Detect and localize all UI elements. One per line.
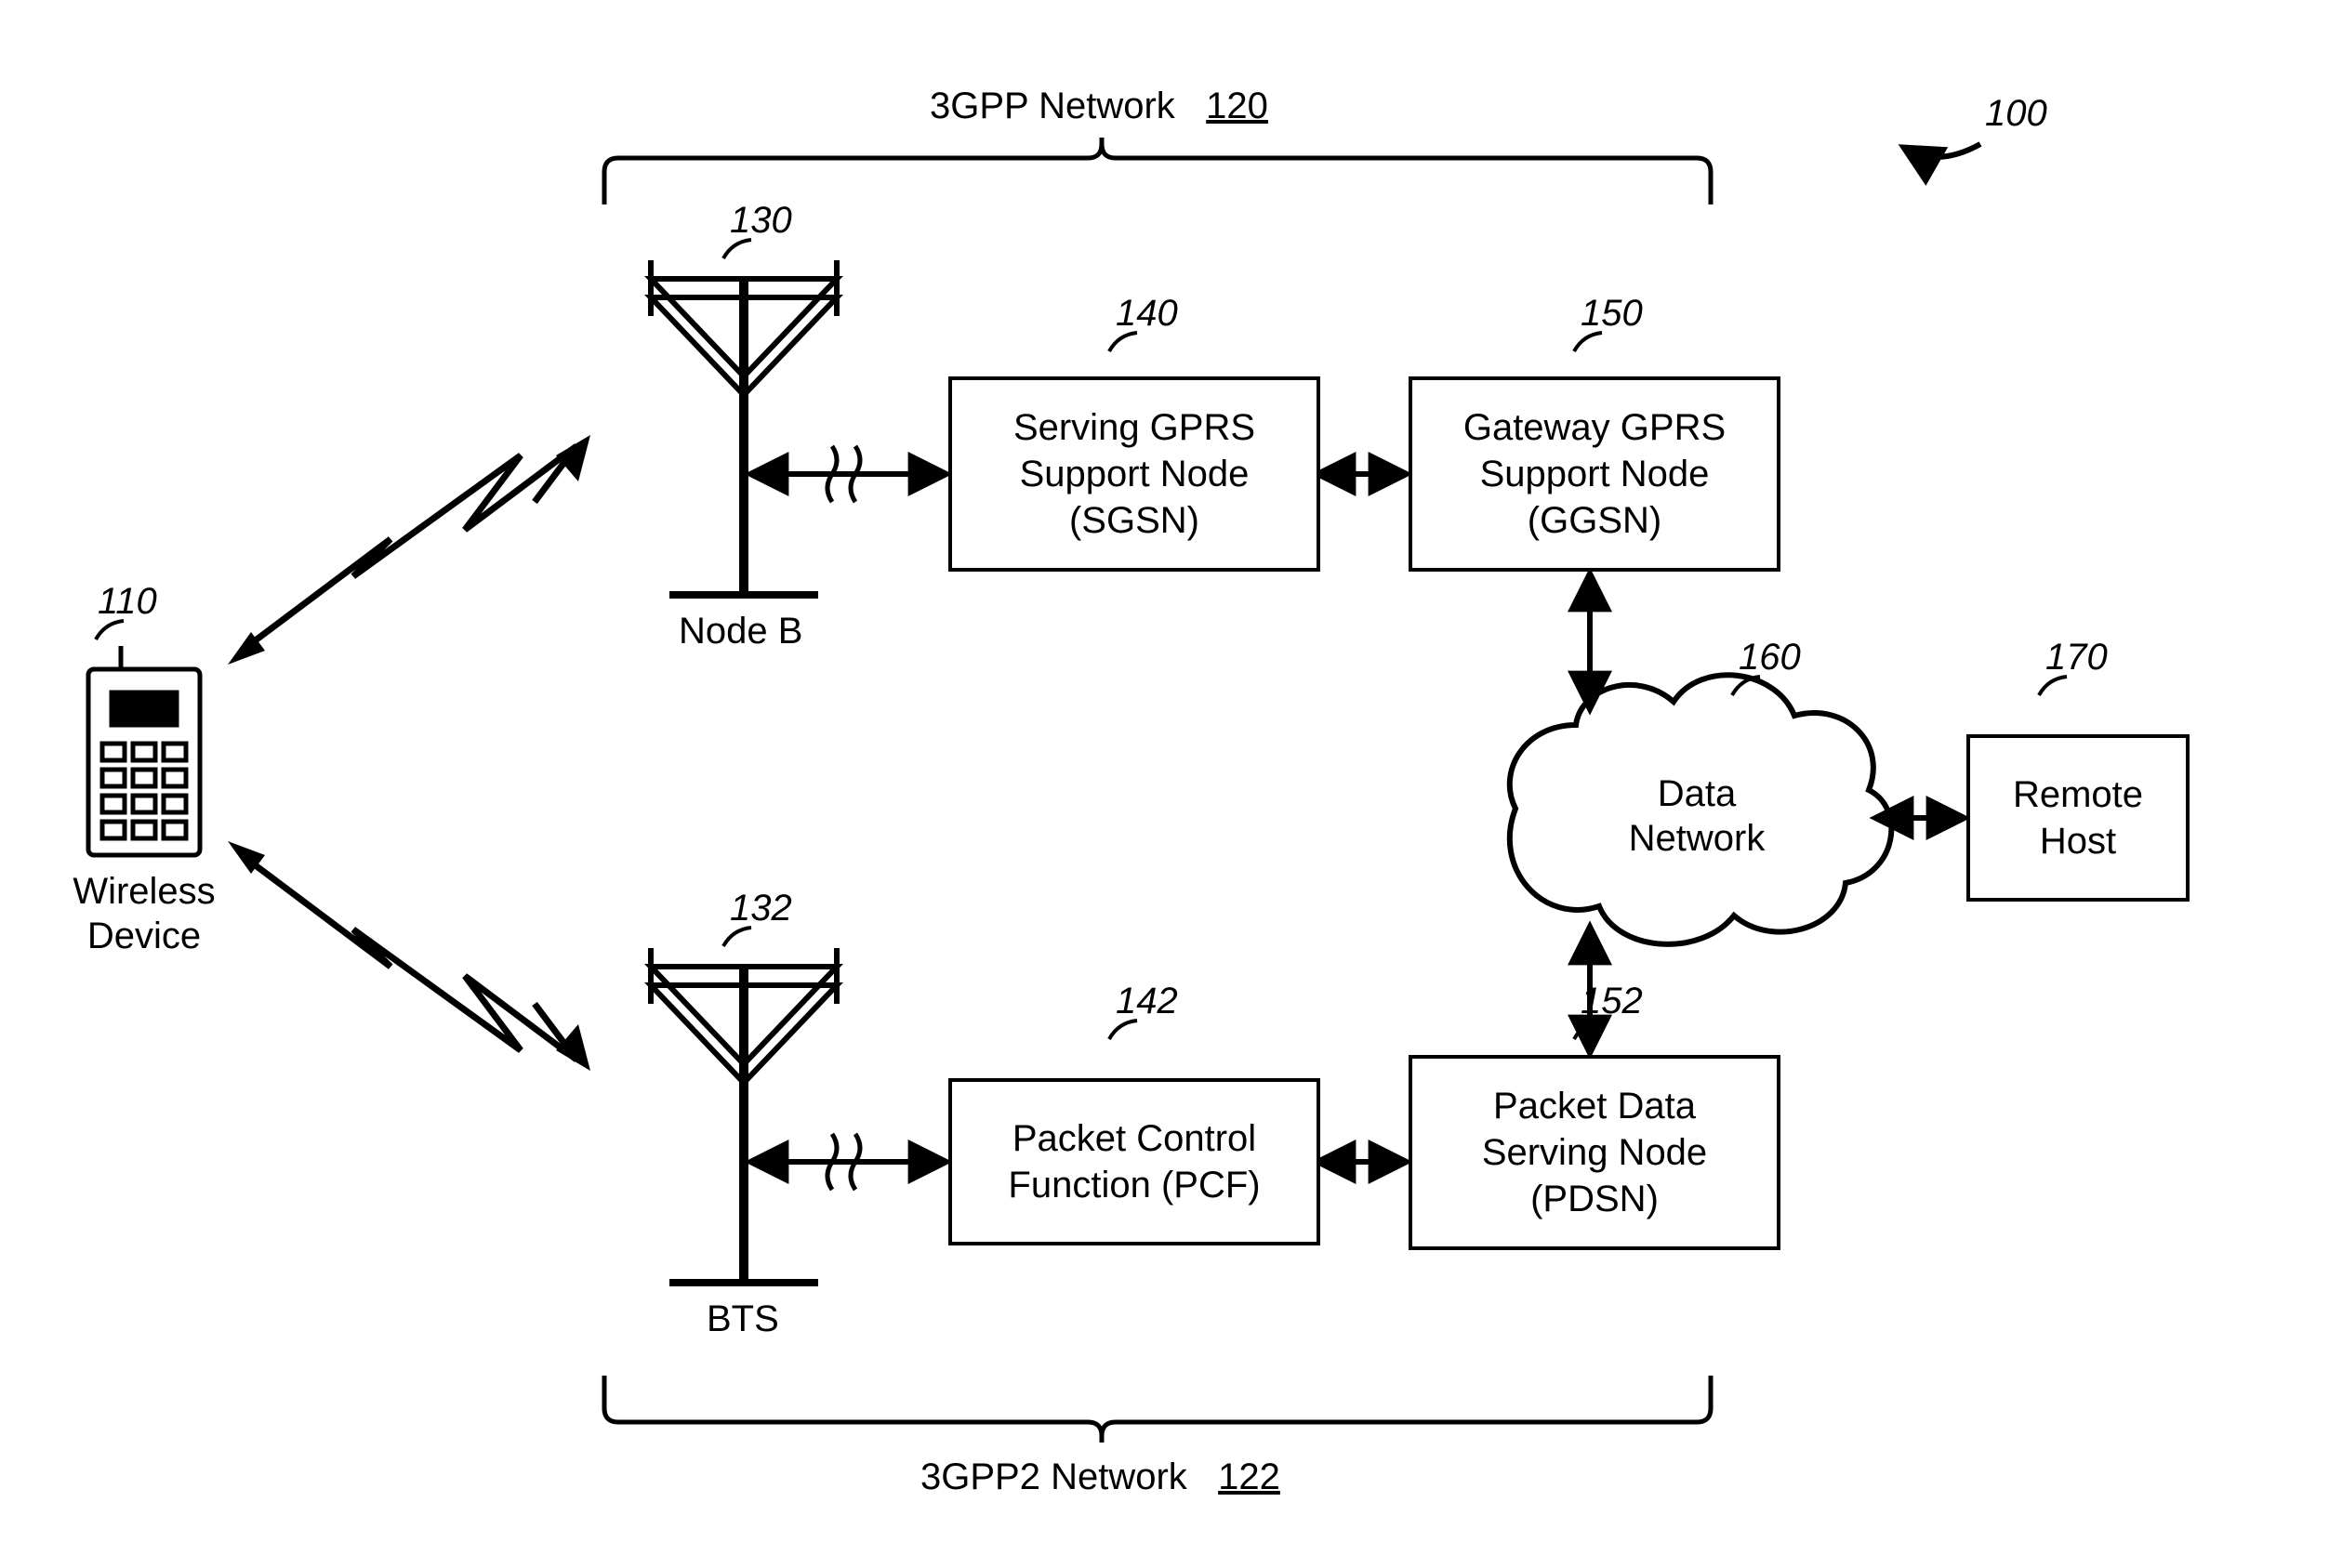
top-network-ref: 120 — [1206, 86, 1268, 126]
pcf-box: Packet Control Function (PCF) — [948, 1078, 1320, 1245]
pcf-l2: Function (PCF) — [1008, 1165, 1260, 1206]
nodeb-label: Node B — [679, 609, 802, 653]
ref-152: 152 — [1581, 981, 1643, 1022]
sgsn-l3: (SGSN) — [1069, 500, 1199, 541]
ref-150: 150 — [1581, 293, 1643, 335]
bottom-network-label: 3GPP2 Network 122 — [920, 1455, 1280, 1499]
ref-170: 170 — [2045, 637, 2108, 679]
bottom-network-ref: 122 — [1218, 1456, 1280, 1497]
antenna-bts — [651, 948, 837, 1283]
pcf-l1: Packet Control — [1012, 1118, 1256, 1159]
ref-132: 132 — [730, 888, 792, 929]
ggsn-l3: (GGSN) — [1528, 500, 1661, 541]
pdsn-l3: (PDSN) — [1530, 1179, 1659, 1219]
ref-130: 130 — [730, 200, 792, 242]
ref-160: 160 — [1739, 637, 1801, 679]
ref-100: 100 — [1985, 93, 2047, 135]
ggsn-box: Gateway GPRS Support Node (GGSN) — [1409, 376, 1780, 572]
wireless-l1: Wireless — [73, 871, 215, 912]
ggsn-l2: Support Node — [1480, 454, 1710, 494]
datanet-label: Data Network — [1618, 771, 1776, 861]
pdsn-l1: Packet Data — [1493, 1086, 1696, 1127]
bts-label: BTS — [707, 1297, 779, 1341]
bottom-network-text: 3GPP2 Network — [920, 1456, 1187, 1497]
top-network-text: 3GPP Network — [930, 86, 1175, 126]
sgsn-box: Serving GPRS Support Node (SGSN) — [948, 376, 1320, 572]
sgsn-l2: Support Node — [1020, 454, 1250, 494]
datanet-l2: Network — [1629, 818, 1766, 859]
pdsn-box: Packet Data Serving Node (PDSN) — [1409, 1055, 1780, 1250]
ref-140: 140 — [1116, 293, 1178, 335]
ref-110: 110 — [98, 581, 157, 623]
ggsn-l1: Gateway GPRS — [1463, 407, 1726, 448]
remote-l1: Remote — [2013, 774, 2143, 815]
top-network-label: 3GPP Network 120 — [930, 84, 1268, 128]
wireless-l2: Device — [87, 916, 201, 956]
sgsn-l1: Serving GPRS — [1013, 407, 1255, 448]
datanet-l1: Data — [1658, 773, 1737, 814]
ref-142: 142 — [1116, 981, 1178, 1022]
remote-l2: Host — [2040, 821, 2116, 862]
phone-icon — [88, 646, 200, 855]
remote-host-box: Remote Host — [1966, 734, 2190, 902]
antenna-nodeb — [651, 260, 837, 595]
wireless-device-label: Wireless Device — [60, 869, 228, 958]
pdsn-l2: Serving Node — [1482, 1132, 1707, 1173]
